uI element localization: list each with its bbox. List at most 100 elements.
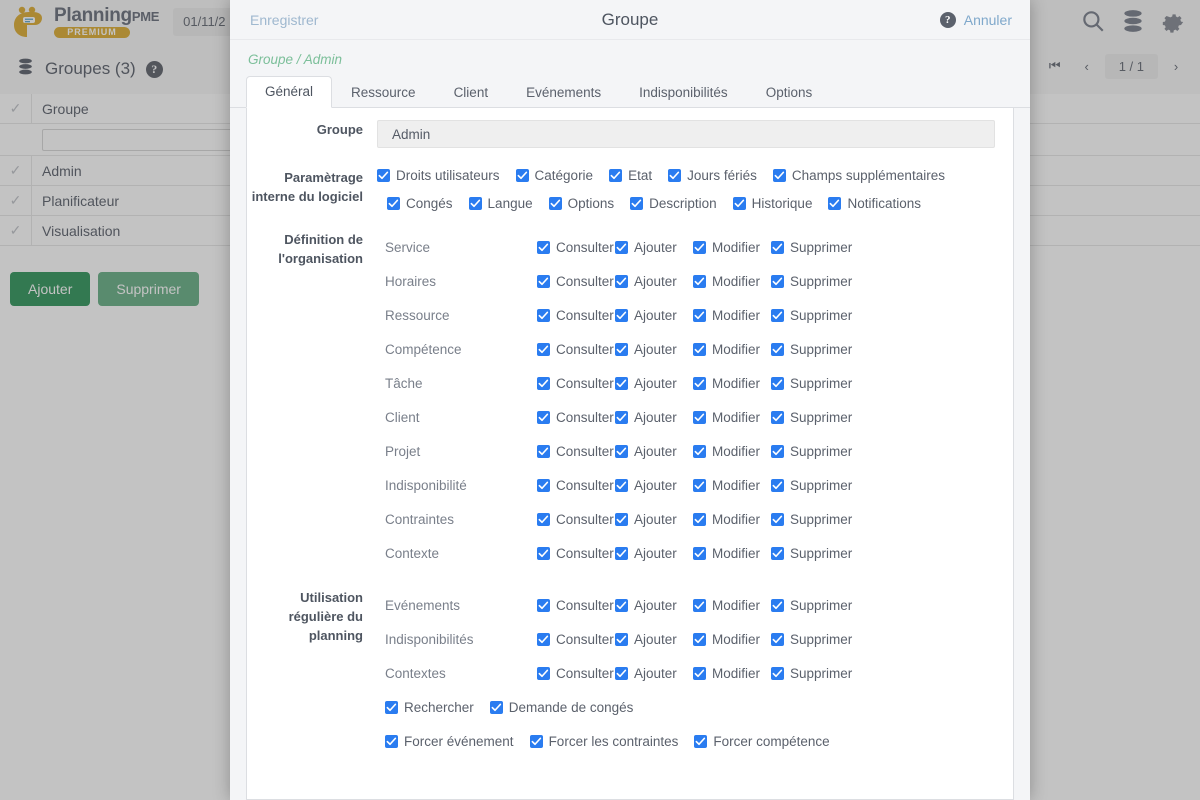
- check-icon[interactable]: [387, 197, 400, 210]
- permission-supprimer[interactable]: Supprimer: [771, 274, 863, 289]
- check-icon[interactable]: [668, 169, 682, 182]
- permission-supprimer[interactable]: Supprimer: [771, 632, 863, 647]
- permission-modifier[interactable]: Modifier: [693, 308, 771, 323]
- permission-ajouter[interactable]: Ajouter: [615, 376, 693, 391]
- check-icon[interactable]: [537, 478, 550, 492]
- check-icon[interactable]: [615, 546, 628, 560]
- checkbox-item[interactable]: Historique: [732, 196, 812, 211]
- check-icon[interactable]: [630, 197, 644, 210]
- checkbox-item[interactable]: Forcer événement: [385, 734, 514, 749]
- permission-modifier[interactable]: Modifier: [693, 598, 771, 613]
- permission-ajouter[interactable]: Ajouter: [615, 666, 693, 681]
- checkbox-item[interactable]: Etat: [609, 168, 652, 183]
- check-icon[interactable]: [385, 734, 398, 748]
- check-icon[interactable]: [537, 632, 550, 646]
- check-icon[interactable]: [771, 274, 784, 288]
- permission-consulter[interactable]: Consulter: [537, 666, 615, 681]
- checkbox-item[interactable]: Notifications: [828, 196, 921, 211]
- check-icon[interactable]: [537, 598, 550, 612]
- permission-modifier[interactable]: Modifier: [693, 240, 771, 255]
- permission-supprimer[interactable]: Supprimer: [771, 478, 863, 493]
- permission-ajouter[interactable]: Ajouter: [615, 240, 693, 255]
- checkbox-item[interactable]: Droits utilisateurs: [377, 168, 500, 183]
- permission-consulter[interactable]: Consulter: [537, 240, 615, 255]
- permission-supprimer[interactable]: Supprimer: [771, 308, 863, 323]
- permission-ajouter[interactable]: Ajouter: [615, 410, 693, 425]
- permission-ajouter[interactable]: Ajouter: [615, 512, 693, 527]
- check-icon[interactable]: [537, 444, 550, 458]
- permission-modifier[interactable]: Modifier: [693, 376, 771, 391]
- permission-ajouter[interactable]: Ajouter: [615, 478, 693, 493]
- checkbox-item[interactable]: Champs supplémentaires: [772, 168, 945, 183]
- permission-consulter[interactable]: Consulter: [537, 598, 615, 613]
- permission-consulter[interactable]: Consulter: [537, 308, 615, 323]
- check-icon[interactable]: [693, 342, 706, 356]
- check-icon[interactable]: [771, 376, 784, 390]
- check-icon[interactable]: [489, 700, 503, 714]
- permission-modifier[interactable]: Modifier: [693, 342, 771, 357]
- permission-consulter[interactable]: Consulter: [537, 342, 615, 357]
- permission-supprimer[interactable]: Supprimer: [771, 240, 863, 255]
- check-icon[interactable]: [537, 512, 550, 526]
- check-icon[interactable]: [693, 274, 706, 288]
- permission-supprimer[interactable]: Supprimer: [771, 512, 863, 527]
- permission-ajouter[interactable]: Ajouter: [615, 546, 693, 561]
- tab-client[interactable]: Client: [435, 77, 508, 108]
- permission-modifier[interactable]: Modifier: [693, 512, 771, 527]
- group-name-input[interactable]: Admin: [377, 120, 995, 148]
- check-icon[interactable]: [771, 444, 784, 458]
- check-icon[interactable]: [771, 512, 784, 526]
- check-icon[interactable]: [537, 274, 550, 288]
- permission-supprimer[interactable]: Supprimer: [771, 546, 863, 561]
- check-icon[interactable]: [771, 546, 784, 560]
- check-icon[interactable]: [468, 197, 482, 210]
- permission-supprimer[interactable]: Supprimer: [771, 444, 863, 459]
- check-icon[interactable]: [615, 342, 628, 356]
- check-icon[interactable]: [771, 478, 784, 492]
- check-icon[interactable]: [615, 410, 628, 424]
- check-icon[interactable]: [615, 444, 628, 458]
- tab-evenements[interactable]: Evénements: [507, 77, 620, 108]
- check-icon[interactable]: [615, 308, 628, 322]
- checkbox-item[interactable]: Description: [630, 196, 717, 211]
- check-icon[interactable]: [732, 197, 746, 210]
- permission-ajouter[interactable]: Ajouter: [615, 274, 693, 289]
- permission-consulter[interactable]: Consulter: [537, 444, 615, 459]
- check-icon[interactable]: [693, 546, 706, 560]
- checkbox-item[interactable]: Demande de congés: [489, 700, 633, 715]
- check-icon[interactable]: [772, 169, 786, 182]
- check-icon[interactable]: [615, 376, 628, 390]
- check-icon[interactable]: [771, 410, 784, 424]
- check-icon[interactable]: [537, 342, 550, 356]
- permission-ajouter[interactable]: Ajouter: [615, 632, 693, 647]
- permission-consulter[interactable]: Consulter: [537, 376, 615, 391]
- check-icon[interactable]: [771, 666, 784, 680]
- check-icon[interactable]: [537, 308, 550, 322]
- check-icon[interactable]: [537, 410, 550, 424]
- permission-modifier[interactable]: Modifier: [693, 410, 771, 425]
- check-icon[interactable]: [615, 598, 628, 612]
- check-icon[interactable]: [537, 376, 550, 390]
- check-icon[interactable]: [609, 169, 623, 182]
- check-icon[interactable]: [615, 632, 628, 646]
- check-icon[interactable]: [693, 376, 706, 390]
- check-icon[interactable]: [615, 478, 628, 492]
- checkbox-item[interactable]: Jours fériés: [668, 168, 757, 183]
- checkbox-item[interactable]: Rechercher: [385, 700, 474, 715]
- permission-consulter[interactable]: Consulter: [537, 512, 615, 527]
- check-icon[interactable]: [693, 512, 706, 526]
- check-icon[interactable]: [771, 240, 784, 254]
- permission-supprimer[interactable]: Supprimer: [771, 598, 863, 613]
- check-icon[interactable]: [385, 700, 398, 714]
- permission-consulter[interactable]: Consulter: [537, 546, 615, 561]
- permission-ajouter[interactable]: Ajouter: [615, 342, 693, 357]
- check-icon[interactable]: [615, 240, 628, 254]
- checkbox-item[interactable]: Langue: [468, 196, 533, 211]
- checkbox-item[interactable]: Forcer les contraintes: [529, 734, 678, 749]
- checkbox-item[interactable]: Congés: [387, 196, 453, 211]
- permission-ajouter[interactable]: Ajouter: [615, 308, 693, 323]
- permission-consulter[interactable]: Consulter: [537, 632, 615, 647]
- check-icon[interactable]: [694, 734, 708, 748]
- check-icon[interactable]: [537, 546, 550, 560]
- check-icon[interactable]: [693, 478, 706, 492]
